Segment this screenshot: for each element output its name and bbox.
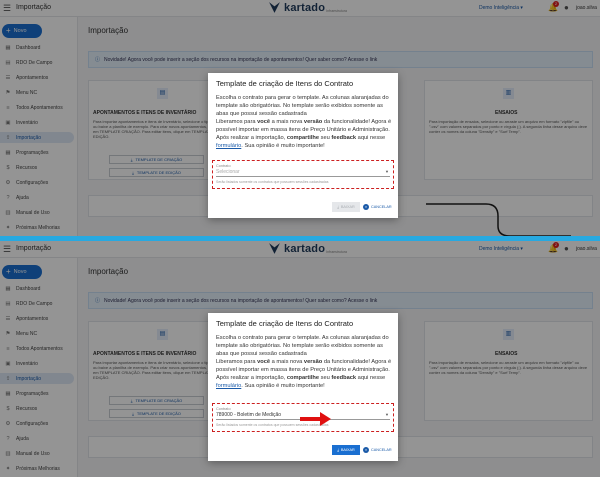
contract-select-help: Serão listados somente os contratos que … — [216, 180, 329, 184]
note-bold: você — [257, 119, 271, 125]
download-icon: ⤓ — [337, 448, 339, 452]
note-text: a mais nova — [270, 119, 304, 125]
modal-release-note: Liberamos para você a mais nova versão d… — [216, 118, 392, 150]
template-modal: Template de criação de Itens do Contrato… — [208, 313, 398, 461]
download-button-label: BAIXAR — [340, 205, 355, 209]
note-text: seu — [319, 135, 332, 141]
modal-instructions: Escolha o contrato para gerar o template… — [216, 335, 389, 357]
note-text: Liberamos para — [216, 359, 258, 365]
feedback-form-link[interactable]: formulário — [216, 383, 241, 389]
note-text: a mais nova — [270, 359, 304, 365]
contract-select-highlight: Contrato Selecionar ▼ Serão listados som… — [212, 160, 394, 189]
close-icon: × — [363, 204, 369, 210]
download-icon: ⤓ — [337, 205, 339, 209]
note-text: . Sua opinião é muito importante! — [241, 383, 325, 389]
download-button-label: BAIXAR — [340, 448, 355, 452]
note-text: . Sua opinião é muito importante! — [241, 143, 325, 149]
modal-release-note: Liberamos para você a mais nova versão d… — [216, 358, 392, 390]
feedback-form-link[interactable]: formulário — [216, 143, 241, 149]
modal-title: Template de criação de Itens do Contrato — [216, 319, 354, 328]
note-bold: compartilhe — [286, 135, 320, 141]
contract-select[interactable]: Selecionar — [216, 169, 390, 177]
note-bold: feedback — [331, 375, 357, 381]
note-text: aqui nesse — [356, 375, 386, 381]
modal-body: Escolha o contrato para gerar o template… — [216, 94, 392, 150]
download-button[interactable]: ⤓ BAIXAR — [332, 202, 360, 212]
curve-annotation — [426, 203, 571, 236]
screenshot-before: ☰ Importação kartado Infraestrutura Demo… — [0, 0, 600, 236]
modal-footer: ⤓ BAIXAR × CANCELAR — [208, 437, 398, 461]
download-button[interactable]: ⤓ BAIXAR — [332, 445, 360, 455]
note-text: Liberamos para — [216, 119, 258, 125]
note-bold: você — [257, 359, 271, 365]
note-text: seu — [319, 375, 332, 381]
modal-footer: ⤓ BAIXAR × CANCELAR — [208, 194, 398, 218]
cancel-button-label: CANCELAR — [371, 205, 392, 209]
note-bold: versão — [303, 359, 323, 365]
contract-select-label: Contrato — [216, 164, 231, 168]
modal-title: Template de criação de Itens do Contrato — [216, 79, 354, 88]
chevron-down-icon[interactable]: ▼ — [385, 412, 389, 417]
note-bold: versão — [303, 119, 323, 125]
modal-instructions: Escolha o contrato para gerar o template… — [216, 95, 389, 117]
template-modal: Template de criação de Itens do Contrato… — [208, 73, 398, 218]
modal-body: Escolha o contrato para gerar o template… — [216, 334, 392, 390]
cancel-button-label: CANCELAR — [371, 448, 392, 452]
red-arrow-annotation — [300, 412, 331, 426]
note-bold: feedback — [331, 135, 357, 141]
note-text: aqui nesse — [356, 135, 386, 141]
screenshot-after: ☰ Importação kartado Infraestrutura Demo… — [0, 241, 600, 477]
chevron-down-icon[interactable]: ▼ — [385, 169, 389, 174]
note-bold: compartilhe — [286, 375, 320, 381]
cancel-button[interactable]: × CANCELAR — [363, 202, 397, 212]
cancel-button[interactable]: × CANCELAR — [363, 445, 397, 455]
close-icon: × — [363, 447, 369, 453]
contract-select-label: Contrato — [216, 407, 231, 411]
